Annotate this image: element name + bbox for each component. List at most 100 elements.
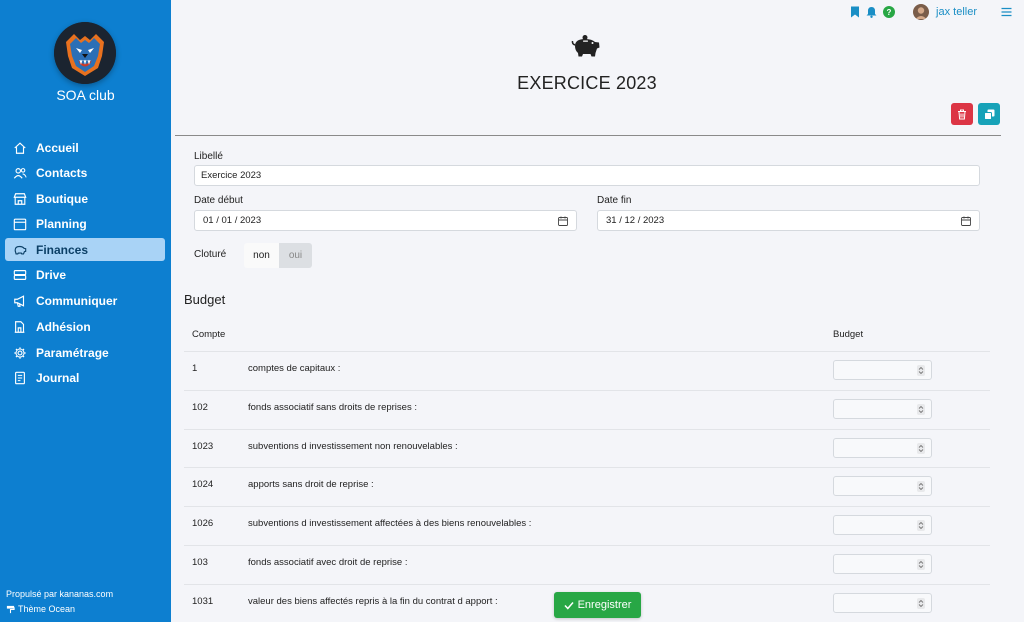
user-avatar-icon <box>913 4 930 20</box>
avatar[interactable] <box>913 4 930 20</box>
spinner-arrows-icon[interactable] <box>917 559 925 570</box>
spinner-arrows-icon[interactable] <box>917 403 925 415</box>
sidebar-item-label: Paramétrage <box>36 345 109 360</box>
journal-icon <box>15 371 25 385</box>
sidebar-nav: Accueil Contacts Boutique Planning Finan… <box>5 136 165 392</box>
powered-by-link[interactable]: Propulsé par kananas.com <box>6 589 113 599</box>
budget-input[interactable] <box>833 437 932 458</box>
megaphone-icon <box>14 295 25 307</box>
calendar-icon[interactable] <box>558 216 568 226</box>
header-divider <box>175 135 1001 136</box>
row-divider <box>184 506 990 507</box>
compte-number: 1031 <box>192 595 214 607</box>
cloture-toggle: non oui <box>244 243 312 268</box>
column-header-budget: Budget <box>833 329 864 340</box>
delete-button[interactable] <box>951 103 973 125</box>
spinner-arrows-icon[interactable] <box>917 597 925 609</box>
date-fin-label: Date fin <box>597 195 632 206</box>
club-logo[interactable] <box>54 22 116 84</box>
budget-title: Budget <box>184 292 226 307</box>
compte-label: fonds associatif avec droit de reprise : <box>248 557 408 568</box>
column-header-compte: Compte <box>192 329 226 340</box>
compte-label: apports sans droit de reprise : <box>248 479 374 491</box>
sidebar-item-finances[interactable]: Finances <box>5 238 165 262</box>
top-bar: ? jax teller <box>850 4 1012 20</box>
sidebar-item-adhesion[interactable]: Adhésion <box>5 316 165 339</box>
sidebar-item-label: Communiquer <box>36 294 118 309</box>
compte-number: 1026 <box>192 518 214 530</box>
cloture-label: Cloturé <box>194 249 227 260</box>
row-divider <box>184 390 990 391</box>
budget-input[interactable] <box>833 476 932 497</box>
hamburger-menu-icon[interactable] <box>1001 7 1012 17</box>
sidebar-item-parametrage[interactable]: Paramétrage <box>5 341 165 364</box>
budget-input[interactable] <box>833 515 932 536</box>
sidebar-item-planning[interactable]: Planning <box>5 213 165 236</box>
compte-number: 1 <box>192 363 198 374</box>
compte-label: fonds associatif sans droits de reprises… <box>248 401 417 413</box>
row-divider <box>184 429 990 430</box>
libelle-input[interactable]: Exercice 2023 <box>194 165 980 186</box>
libelle-value: Exercice 2023 <box>201 170 262 181</box>
paint-roller-icon <box>6 605 15 613</box>
cloture-option-non[interactable]: non <box>244 243 279 268</box>
sidebar-item-label: Journal <box>36 371 80 386</box>
save-button[interactable]: Enregistrer <box>554 592 641 618</box>
compte-label: subventions d investissement affectées à… <box>248 518 532 530</box>
sidebar-item-label: Drive <box>36 268 67 283</box>
sidebar-item-drive[interactable]: Drive <box>5 264 165 287</box>
users-icon <box>13 168 27 179</box>
budget-input[interactable] <box>833 360 932 380</box>
date-fin-input[interactable]: 31 / 12 / 2023 <box>597 210 980 231</box>
shop-icon <box>13 192 27 205</box>
help-icon[interactable]: ? <box>883 6 896 18</box>
sidebar-item-label: Adhésion <box>36 320 91 335</box>
club-name: SOA club <box>56 87 115 103</box>
date-debut-input[interactable]: 01 / 01 / 2023 <box>194 210 577 231</box>
bookmark-icon[interactable] <box>850 6 860 18</box>
sidebar-item-boutique[interactable]: Boutique <box>5 187 165 210</box>
sidebar-item-label: Finances <box>36 242 89 257</box>
check-icon <box>564 601 574 610</box>
sidebar-item-accueil[interactable]: Accueil <box>5 136 165 159</box>
spinner-arrows-icon[interactable] <box>917 481 925 493</box>
row-divider <box>184 545 990 546</box>
duplicate-button[interactable] <box>978 103 1000 125</box>
sidebar-item-communiquer[interactable]: Communiquer <box>5 290 165 313</box>
piggy-bank-icon <box>571 35 600 57</box>
svg-text:?: ? <box>887 8 892 17</box>
row-divider <box>184 351 990 352</box>
sidebar-item-label: Accueil <box>36 140 79 155</box>
compte-number: 1023 <box>192 440 214 452</box>
compte-number: 102 <box>192 401 208 413</box>
drive-icon <box>13 270 27 281</box>
username[interactable]: jax teller <box>936 6 977 18</box>
compte-label: valeur des biens affectés repris à la fi… <box>248 595 498 607</box>
libelle-label: Libellé <box>194 151 223 162</box>
spinner-arrows-icon[interactable] <box>917 442 925 454</box>
budget-input[interactable] <box>833 398 932 419</box>
budget-input[interactable] <box>833 592 932 613</box>
row-divider <box>184 467 990 468</box>
date-debut-label: Date début <box>194 195 243 206</box>
sidebar: SOA club Accueil Contacts Boutique Plann… <box>0 0 171 622</box>
theme-label: Thème Ocean <box>18 604 76 614</box>
cloture-option-oui[interactable]: oui <box>279 243 312 268</box>
budget-input[interactable] <box>833 554 932 574</box>
spinner-arrows-icon[interactable] <box>917 365 925 376</box>
theme-link[interactable]: Thème Ocean <box>6 604 75 614</box>
save-button-label: Enregistrer <box>577 599 632 611</box>
membership-icon <box>14 321 25 333</box>
bell-icon[interactable] <box>866 6 877 18</box>
compte-number: 1024 <box>192 479 214 491</box>
home-icon <box>14 141 26 154</box>
sidebar-item-journal[interactable]: Journal <box>5 367 165 390</box>
compte-label: subventions d investissement non renouve… <box>248 440 458 452</box>
calendar-icon[interactable] <box>961 216 971 226</box>
sidebar-item-contacts[interactable]: Contacts <box>5 162 165 185</box>
page-title: EXERCICE 2023 <box>517 73 657 93</box>
date-debut-value: 01 / 01 / 2023 <box>203 215 262 226</box>
spinner-arrows-icon[interactable] <box>917 520 925 532</box>
copy-icon <box>983 109 994 120</box>
compte-number: 103 <box>192 557 208 568</box>
